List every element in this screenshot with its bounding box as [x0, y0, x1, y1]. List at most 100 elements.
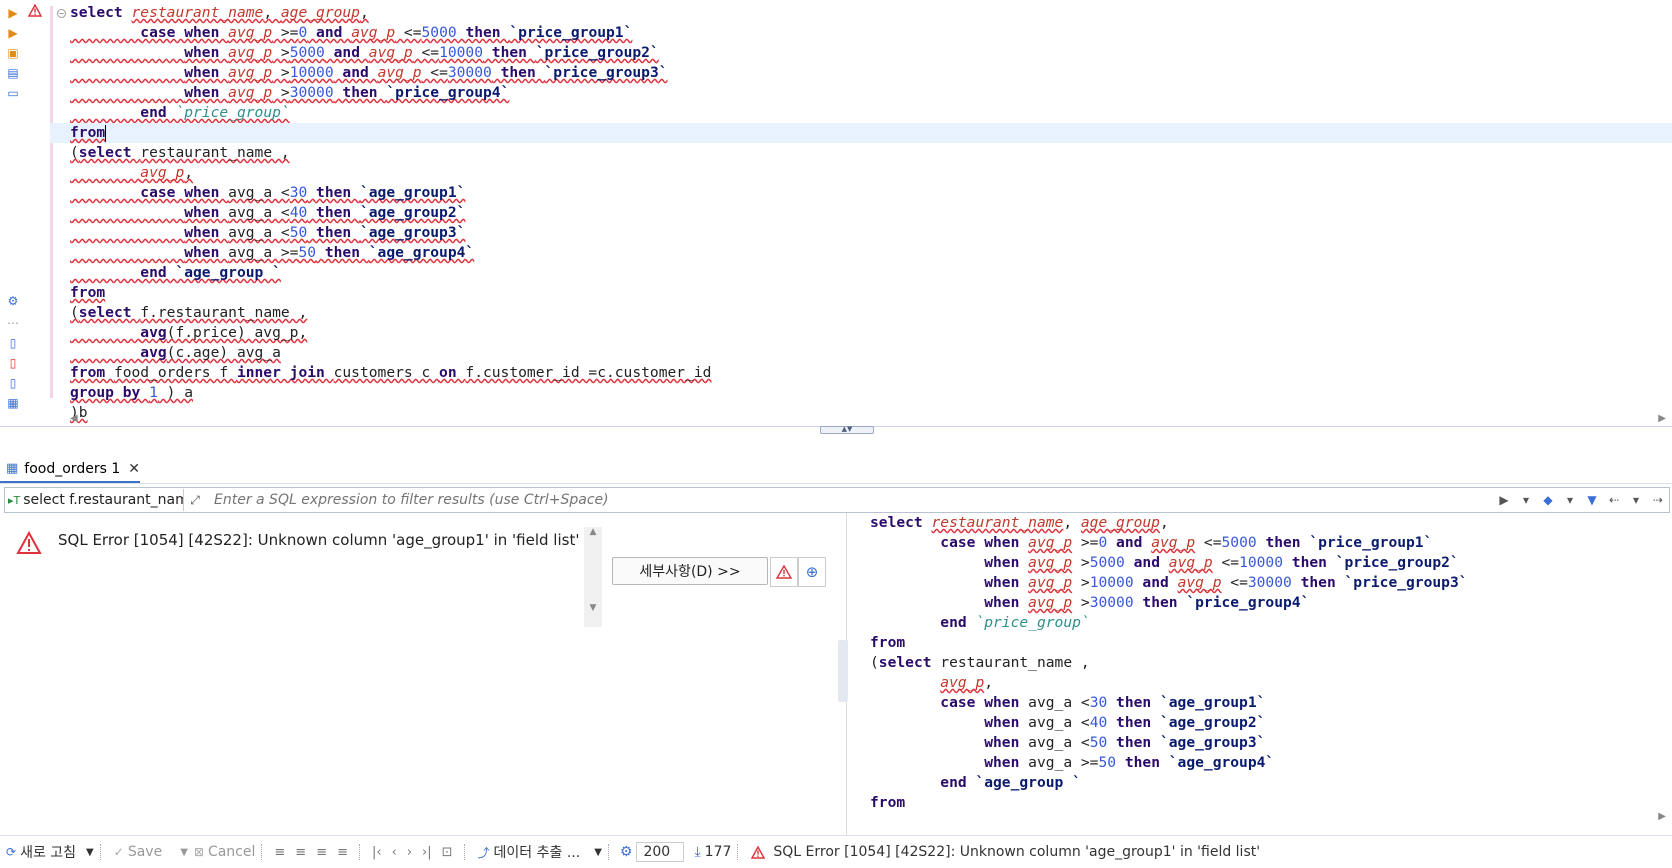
code-token: ,: [263, 4, 281, 21]
code-token: 50: [298, 244, 317, 261]
explain-plan-icon[interactable]: ▤: [6, 66, 20, 80]
edit-row-icon[interactable]: ≡: [274, 845, 285, 860]
tab-food-orders[interactable]: ▦ food_orders 1 ✕: [0, 456, 140, 483]
refresh-dropdown-icon[interactable]: ▼: [86, 847, 94, 858]
code-token: `price_group2`: [535, 44, 659, 61]
filter-funnel-icon[interactable]: ▼: [1581, 493, 1603, 507]
fold-toggle-icon[interactable]: −: [57, 9, 66, 18]
next-page-icon[interactable]: ›: [407, 845, 412, 860]
details-button[interactable]: 세부사항(D) >>: [612, 557, 768, 585]
code-token: avg_p: [1028, 594, 1073, 611]
code-token: and: [1124, 554, 1169, 571]
panel-splitter[interactable]: ▲▼: [0, 426, 1672, 434]
fetch-size-input[interactable]: 200: [636, 842, 685, 862]
code-token: <=: [1221, 574, 1248, 591]
code-token: 0: [1098, 534, 1108, 551]
refresh-button[interactable]: ⟳ 새로 고침 ▼: [6, 842, 94, 862]
execute-script-icon[interactable]: ▶: [6, 26, 20, 40]
scroll-up-icon[interactable]: ▲: [584, 527, 602, 537]
export-dropdown-icon[interactable]: ▼: [594, 847, 602, 858]
save-button[interactable]: ✓ Save ▼: [114, 844, 188, 860]
code-line: when avg_a <40 then `age_group2`: [70, 203, 1672, 223]
filter-query-label[interactable]: ▸T select f.restaurant_name: [5, 489, 184, 511]
forward-icon[interactable]: ⇢: [1647, 493, 1669, 507]
add-row-icon[interactable]: ≡: [295, 845, 306, 860]
row-count: 177: [704, 844, 732, 860]
code-token: (: [870, 654, 879, 671]
layout-panels-icon[interactable]: ▦: [6, 396, 20, 410]
copy-row-icon[interactable]: ≡: [316, 845, 327, 860]
pane-resize-handle[interactable]: [838, 640, 848, 702]
results-toolbar: ⟳ 새로 고침 ▼ ✓ Save ▼ ⊠ Cancel ≡ ≡ ≡ ≡ |‹ ‹…: [0, 835, 1672, 868]
code-token: from: [70, 364, 114, 381]
sql-editor[interactable]: ▶ ▶ ▣ ▤ ▭ ⚙ ⋯ ▯ ▯ ▯ ▦ select restaurant_…: [0, 0, 1672, 432]
filter-history-icon[interactable]: ▾: [1515, 493, 1537, 507]
execute-statement-icon[interactable]: ▶: [6, 6, 20, 20]
output-file-icon[interactable]: ▯: [6, 376, 20, 390]
fetch-size-gear-icon[interactable]: ⚙: [620, 844, 633, 860]
code-token: 40: [1089, 714, 1108, 731]
code-token: age_group: [1080, 514, 1160, 531]
code-token: 30000: [1247, 574, 1292, 591]
prev-page-icon[interactable]: ‹: [392, 845, 397, 860]
code-line: when avg_a <40 then `age_group2`: [870, 713, 1468, 733]
export-data-button[interactable]: ⤴ 데이터 추출 ... ▼: [478, 842, 602, 862]
apply-filter-icon[interactable]: ▶: [1493, 493, 1515, 507]
back-icon[interactable]: ⇠: [1603, 493, 1625, 507]
refresh-label: 새로 고침: [20, 845, 77, 861]
more-dots-icon[interactable]: ⋯: [6, 316, 20, 330]
scroll-left-icon[interactable]: ◀: [70, 413, 78, 424]
code-line: (select f.restaurant_name ,: [70, 303, 1672, 323]
fetch-all-icon[interactable]: ⊡: [442, 845, 453, 860]
code-token: when: [184, 64, 229, 81]
code-token: avg_a <: [1028, 714, 1090, 731]
eraser-dropdown-icon[interactable]: ▾: [1559, 493, 1581, 507]
save-dropdown-icon[interactable]: ▼: [180, 847, 188, 858]
first-page-icon[interactable]: |‹: [372, 845, 382, 860]
splitter-grip-icon[interactable]: ▲▼: [820, 426, 874, 434]
code-token: 30: [289, 184, 308, 201]
last-page-icon[interactable]: ›|: [422, 845, 432, 860]
open-script-icon[interactable]: ▣: [6, 46, 20, 60]
cancel-button[interactable]: ⊠ Cancel: [194, 844, 256, 860]
status-error-message: SQL Error [1054] [42S22]: Unknown column…: [773, 844, 1261, 860]
settings-gear-icon[interactable]: ⚙: [6, 294, 20, 308]
filter-query-text: select f.restaurant_name: [23, 492, 184, 508]
locate-button[interactable]: ⊕: [798, 557, 826, 587]
editor-code[interactable]: select restaurant_name, age_group, − case…: [50, 3, 1672, 423]
warning-button[interactable]: [770, 557, 798, 587]
error-scrollbar[interactable]: ▲ ▼: [584, 527, 602, 627]
code-line: case when avg_p >=0 and avg_p <=5000 the…: [70, 23, 1672, 43]
console-icon[interactable]: ▭: [6, 86, 20, 100]
scroll-right-icon[interactable]: ▶: [1658, 811, 1666, 822]
text-cursor: [105, 124, 107, 142]
expand-icon[interactable]: ⤢: [184, 493, 206, 508]
code-token: end: [140, 104, 176, 121]
row-count-icon[interactable]: ⤓: [694, 844, 700, 860]
code-token: then: [1107, 694, 1160, 711]
code-line: (select restaurant_name ,: [70, 143, 1672, 163]
close-tab-icon[interactable]: ✕: [128, 461, 140, 477]
delete-row-icon[interactable]: ≡: [337, 845, 348, 860]
close-file-icon[interactable]: ▯: [6, 356, 20, 370]
refresh-icon: ⟳: [6, 845, 17, 859]
marker-column: [26, 0, 48, 432]
code-token: `price_group`: [975, 614, 1090, 631]
code-line: when avg_p >5000 and avg_p <=10000 then …: [70, 43, 1672, 63]
scroll-right-icon[interactable]: ▶: [1658, 413, 1666, 424]
code-token: (: [70, 144, 79, 161]
code-line: case when avg_a <30 then `age_group1`: [70, 183, 1672, 203]
code-token: end: [940, 774, 976, 791]
back-dropdown-icon[interactable]: ▾: [1625, 493, 1647, 507]
editor-horizontal-scrollbar[interactable]: ◀ ▶: [62, 411, 1672, 425]
filter-input[interactable]: [206, 489, 1493, 511]
code-token: <=: [421, 64, 448, 81]
eraser-icon[interactable]: ◆: [1537, 493, 1559, 507]
scroll-down-icon[interactable]: ▼: [584, 603, 602, 613]
save-check-icon: ✓: [113, 845, 124, 859]
sql-preview-scrollbar[interactable]: ▶: [858, 811, 1672, 825]
export-file-icon[interactable]: ▯: [6, 336, 20, 350]
